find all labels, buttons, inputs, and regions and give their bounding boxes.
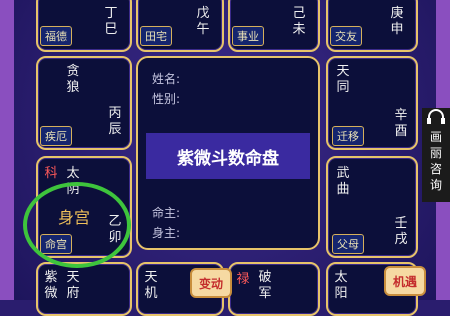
cell-stars: 紫 微 [44,270,58,302]
side-char: 画 [429,130,442,144]
palace-tag: 交友 [330,26,362,46]
consult-side-tab[interactable]: 画 丽 咨 询 [422,108,450,202]
gender-label: 性别: [152,92,181,106]
star: 同 [336,80,350,95]
star: 天 [144,270,158,285]
cell-chars: 庚 申 [390,6,404,38]
cell-stars: 太 阳 [334,270,348,302]
palace-tag: 父母 [332,234,364,254]
cell-low-right[interactable]: 武 曲 壬 戌 父母 [326,156,418,258]
cell-stars-2: 天 府 [66,270,80,302]
cell-chars: 丙 辰 [108,106,122,138]
cell-stars: 武 曲 [336,166,350,198]
cell-mid-left[interactable]: 贪 狼 丙 辰 疾厄 [36,56,132,150]
cell-stars: 天 同 [336,64,350,96]
left-border [0,0,14,300]
star: 贪 [66,64,80,79]
cell-mid-right[interactable]: 天 同 辛 酉 迁移 [326,56,418,150]
star: 太 [66,166,80,181]
char: 申 [390,22,404,37]
change-badge[interactable]: 变动 [190,268,232,298]
cell-chars: 辛 酉 [394,108,408,140]
palace-tag: 迁移 [332,126,364,146]
star: 破 [258,270,272,285]
char: 己 [292,6,306,21]
char: 辰 [108,122,122,137]
char: 壬 [394,216,408,231]
cell-top-right[interactable]: 庚 申 交友 [326,0,418,52]
cell-chars: 丁 巳 [104,6,118,38]
cell-top-mid1[interactable]: 戊 午 田宅 [136,0,224,52]
palace-tag: 田宅 [140,26,172,46]
side-char: 丽 [429,146,442,160]
side-char: 咨 [429,162,442,176]
center-panel: 姓名: 性别: 紫微斗数命盘 命主: 身主: [136,56,320,250]
name-label: 姓名: [152,72,181,86]
mark-ke: 科 [44,166,58,181]
cell-stars: 贪 狼 [66,64,80,96]
char: 丙 [108,106,122,121]
cell-top-left[interactable]: 丁 巳 福德 [36,0,132,52]
cell-bottom-3[interactable]: 禄 破 军 [228,262,320,316]
cell-bottom-1[interactable]: 紫 微 天 府 [36,262,132,316]
char: 巳 [104,22,118,37]
star: 曲 [336,182,350,197]
consult-text: 画 丽 咨 询 [422,129,450,193]
mark-lu: 禄 [236,272,250,287]
char: 未 [292,22,306,37]
cell-stars: 天 机 [144,270,158,302]
side-char: 询 [429,178,442,192]
cell-chars: 壬 戌 [394,216,408,248]
ming-zhu-label: 命主: [152,206,181,220]
palace-tag: 事业 [232,26,264,46]
shen-zhu-label: 身主: [152,226,181,240]
star: 紫 [44,270,58,285]
cell-chars: 己 未 [292,6,306,38]
headset-icon [427,109,445,124]
star: 天 [336,64,350,79]
palace-tag: 福德 [40,26,72,46]
cell-stars: 破 军 [258,270,272,302]
char: 酉 [394,124,408,139]
cell-top-mid2[interactable]: 己 未 事业 [228,0,320,52]
star: 太 [334,270,348,285]
page-title: 紫微斗数命盘 [146,133,310,179]
char: 丁 [104,6,118,21]
char: 庚 [390,6,404,21]
char: 戌 [394,232,408,247]
star: 狼 [66,80,80,95]
char: 辛 [394,108,408,123]
cell-chars: 戊 午 [196,6,210,38]
highlight-circle [23,182,131,268]
char: 午 [196,22,210,37]
star: 武 [336,166,350,181]
opportunity-badge[interactable]: 机遇 [384,266,426,296]
palace-tag: 疾厄 [40,126,72,146]
star: 天 [66,270,80,285]
char: 戊 [196,6,210,21]
